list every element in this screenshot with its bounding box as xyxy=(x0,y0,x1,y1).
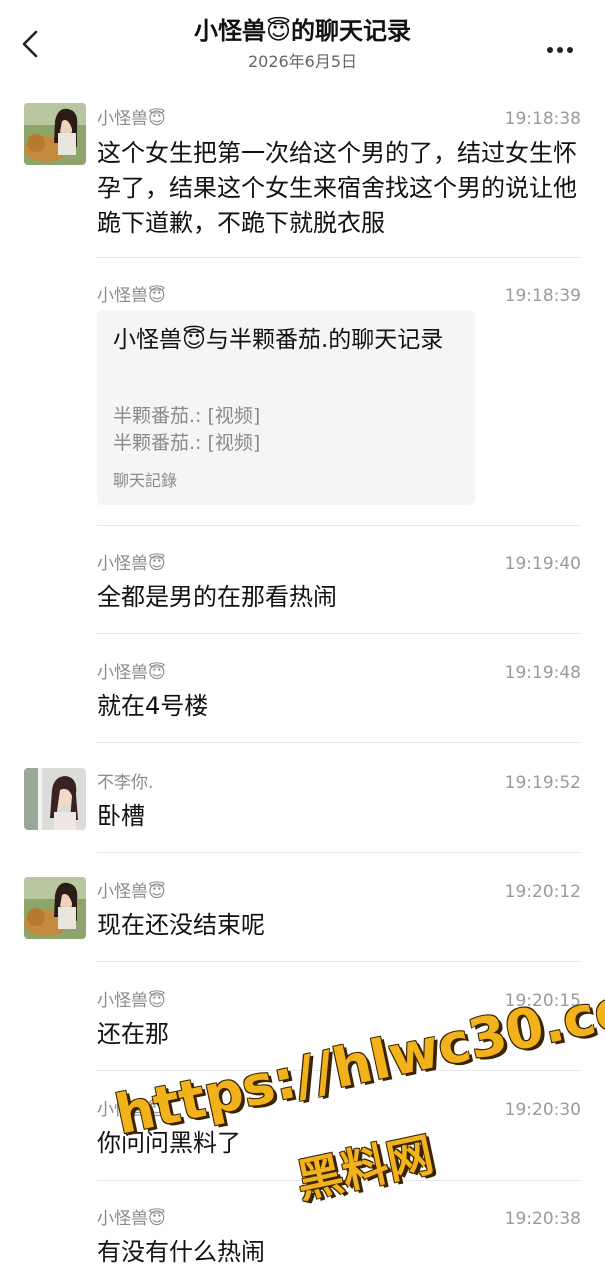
sender-name: 小怪兽😇 xyxy=(97,1209,166,1229)
divider xyxy=(97,257,581,258)
divider xyxy=(97,961,581,962)
message-time: 19:20:30 xyxy=(504,1100,581,1120)
message-text: 现在还没结束呢 xyxy=(97,911,265,939)
message-text: 还在那 xyxy=(97,1020,169,1048)
chat-record-card[interactable]: 小怪兽😇与半颗番茄.的聊天记录 半颗番茄.: [视频] 半颗番茄.: [视频] … xyxy=(97,310,475,505)
message-time: 19:18:39 xyxy=(504,286,581,306)
avatar[interactable] xyxy=(24,768,86,830)
more-dot-icon xyxy=(547,47,553,53)
divider xyxy=(97,742,581,743)
message-time: 19:19:40 xyxy=(504,554,581,574)
avatar[interactable] xyxy=(24,103,86,165)
more-button[interactable] xyxy=(547,38,583,53)
page-date: 2026年6月5日 xyxy=(247,52,358,71)
card-line: 半颗番茄.: [视频] xyxy=(113,432,261,454)
message-time: 19:19:48 xyxy=(504,663,581,683)
message-time: 19:18:38 xyxy=(504,109,581,129)
girl-window-avatar-image xyxy=(24,768,86,830)
message-text: 你问问黑料了 xyxy=(97,1129,241,1157)
message-time: 19:20:15 xyxy=(504,991,581,1011)
dog-girl-avatar-image xyxy=(24,877,86,939)
divider xyxy=(97,1180,581,1181)
card-footer: 聊天記錄 xyxy=(113,471,178,490)
message-text: 就在4号楼 xyxy=(97,692,209,720)
avatar[interactable] xyxy=(24,877,86,939)
divider xyxy=(97,633,581,634)
sender-name: 小怪兽😇 xyxy=(97,882,166,902)
sender-name: 小怪兽😇 xyxy=(97,663,166,683)
message-text: 全都是男的在那看热闹 xyxy=(97,583,337,611)
sender-name: 不李你. xyxy=(97,773,154,793)
sender-name: 小怪兽😇 xyxy=(97,1100,166,1120)
sender-name: 小怪兽😇 xyxy=(97,286,166,306)
message-text: 这个女生把第一次给这个男的了，结过女生怀孕了，结果这个女生来宿舍找这个男的说让他… xyxy=(97,139,577,237)
chat-history-header: 小怪兽😇的聊天记录 2026年6月5日 xyxy=(0,0,605,88)
more-dot-icon xyxy=(557,47,563,53)
sender-name: 小怪兽😇 xyxy=(97,991,166,1011)
message-time: 19:20:12 xyxy=(504,882,581,902)
message-time: 19:19:52 xyxy=(504,773,581,793)
divider xyxy=(97,525,581,526)
message-text: 卧槽 xyxy=(97,802,145,830)
card-title: 小怪兽😇与半颗番茄.的聊天记录 xyxy=(113,327,444,353)
message-time: 19:20:38 xyxy=(504,1209,581,1229)
card-line: 半颗番茄.: [视频] xyxy=(113,405,261,427)
message-text: 有没有什么热闹 xyxy=(97,1238,265,1266)
page-title: 小怪兽😇的聊天记录 xyxy=(193,17,412,45)
title-block: 小怪兽😇的聊天记录 2026年6月5日 xyxy=(0,14,605,74)
divider xyxy=(97,1070,581,1071)
divider xyxy=(97,852,581,853)
sender-name: 小怪兽😇 xyxy=(97,554,166,574)
sender-name: 小怪兽😇 xyxy=(97,109,166,129)
dog-girl-avatar-image xyxy=(24,103,86,165)
more-dot-icon xyxy=(567,47,573,53)
